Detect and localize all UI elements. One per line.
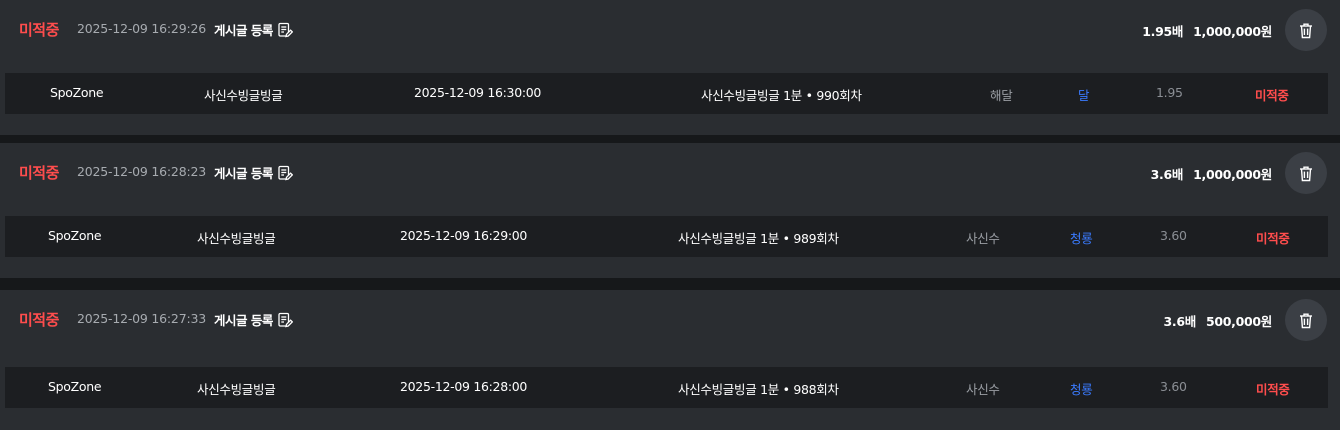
post-register-button[interactable]: 게시글 등록 (214, 20, 293, 39)
bet-header: 미적중 2025-12-09 16:27:33 게시글 등록 3.6배 500,0… (0, 290, 1340, 350)
post-register-button[interactable]: 게시글 등록 (214, 310, 293, 329)
game-date: 2025-12-09 16:29:00 (400, 228, 528, 243)
trash-icon (1300, 23, 1312, 38)
bet-status: 미적중 (19, 311, 59, 329)
row-status: 미적중 (1255, 88, 1289, 103)
game-result: 청룡 (1070, 382, 1093, 397)
bet-time: 2025-12-09 16:29:26 (77, 21, 206, 36)
delete-button[interactable] (1285, 9, 1327, 51)
selection-odds: 3.60 (1160, 379, 1187, 394)
bet-amount: 1,000,000원 (1193, 167, 1272, 182)
bet-odds: 3.6배 (1150, 167, 1184, 182)
bet-odds-amount: 3.6배 1,000,000원 (1150, 164, 1273, 183)
game-round: 사신수빙글빙글 1분 • 989회차 (678, 231, 839, 246)
game-name: 사신수빙글빙글 (197, 382, 276, 397)
game-result: 달 (1078, 88, 1090, 103)
bet-header: 미적중 2025-12-09 16:29:26 게시글 등록 1.95배 1,00… (0, 0, 1340, 60)
bet-detail-row: SpoZone 사신수빙글빙글 2025-12-09 16:29:00 사신수빙… (5, 216, 1328, 257)
bet-odds-amount: 1.95배 1,000,000원 (1142, 21, 1272, 40)
site-name: SpoZone (50, 85, 104, 100)
delete-button[interactable] (1285, 152, 1327, 194)
game-date: 2025-12-09 16:30:00 (414, 85, 542, 100)
bet-detail-row: SpoZone 사신수빙글빙글 2025-12-09 16:28:00 사신수빙… (5, 367, 1328, 408)
selection-odds: 3.60 (1160, 228, 1187, 243)
bet-detail-row: SpoZone 사신수빙글빙글 2025-12-09 16:30:00 사신수빙… (5, 73, 1328, 114)
game-round: 사신수빙글빙글 1분 • 990회차 (701, 88, 862, 103)
bet-time: 2025-12-09 16:28:23 (77, 164, 206, 179)
row-status: 미적중 (1256, 231, 1290, 246)
selection-odds: 1.95 (1156, 85, 1183, 100)
delete-button[interactable] (1285, 299, 1327, 341)
edit-document-icon (278, 22, 293, 37)
trash-icon (1300, 166, 1312, 181)
game-name: 사신수빙글빙글 (197, 231, 276, 246)
post-register-button[interactable]: 게시글 등록 (214, 163, 293, 182)
bet-odds: 1.95배 (1142, 24, 1184, 39)
bet-amount: 1,000,000원 (1193, 24, 1272, 39)
game-round: 사신수빙글빙글 1분 • 988회차 (678, 382, 839, 397)
game-date: 2025-12-09 16:28:00 (400, 379, 528, 394)
bet-status: 미적중 (19, 164, 59, 182)
row-status: 미적중 (1256, 382, 1290, 397)
bet-card: 미적중 2025-12-09 16:29:26 게시글 등록 1.95배 1,00… (0, 0, 1340, 135)
bet-status: 미적중 (19, 21, 59, 39)
trash-icon (1300, 313, 1312, 328)
bet-selection: 사신수 (966, 231, 1000, 246)
bet-selection: 사신수 (966, 382, 1000, 397)
game-name: 사신수빙글빙글 (204, 88, 283, 103)
post-register-label: 게시글 등록 (214, 166, 273, 181)
bet-odds: 3.6배 (1163, 314, 1197, 329)
bet-time: 2025-12-09 16:27:33 (77, 311, 206, 326)
bet-amount: 500,000원 (1205, 314, 1272, 329)
post-register-label: 게시글 등록 (214, 313, 273, 328)
post-register-label: 게시글 등록 (214, 23, 273, 38)
edit-document-icon (278, 312, 293, 327)
bet-odds-amount: 3.6배 500,000원 (1164, 311, 1273, 330)
bet-selection: 해달 (990, 88, 1013, 103)
site-name: SpoZone (48, 228, 102, 243)
site-name: SpoZone (48, 379, 102, 394)
edit-document-icon (278, 165, 293, 180)
game-result: 청룡 (1070, 231, 1093, 246)
bet-card: 미적중 2025-12-09 16:27:33 게시글 등록 3.6배 500,0… (0, 290, 1340, 430)
bet-card: 미적중 2025-12-09 16:28:23 게시글 등록 3.6배 1,000… (0, 143, 1340, 278)
bet-header: 미적중 2025-12-09 16:28:23 게시글 등록 3.6배 1,000… (0, 143, 1340, 203)
